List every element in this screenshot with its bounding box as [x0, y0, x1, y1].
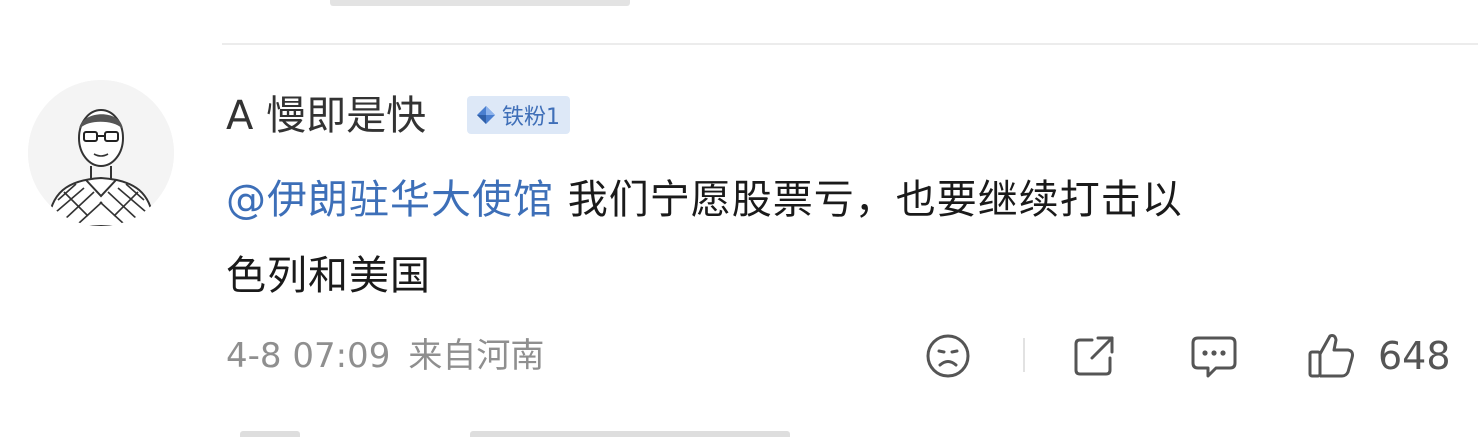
comment-text: @伊朗驻华大使馆 我们宁愿股票亏，也要继续打击以 色列和美国 [226, 162, 1446, 314]
badge-label: 铁粉1 [502, 105, 560, 130]
divider [222, 43, 1478, 45]
thumbs-up-icon [1308, 334, 1354, 378]
dislike-button[interactable] [924, 330, 972, 382]
like-count: 648 [1378, 334, 1451, 378]
username[interactable]: A 慢即是快 [226, 88, 426, 144]
action-separator [1023, 338, 1025, 372]
comment-text-line2: 色列和美国 [226, 253, 431, 299]
fan-badge[interactable]: 铁粉1 [467, 96, 570, 134]
avatar[interactable] [28, 80, 174, 226]
mention-link[interactable]: @伊朗驻华大使馆 [226, 177, 554, 223]
comment-meta: 4-8 07:09 来自河南 [226, 332, 544, 380]
sad-face-icon [926, 334, 970, 378]
next-comment-remnant [470, 431, 790, 437]
previous-comment-remnant [330, 0, 630, 6]
comment-icon [1191, 336, 1237, 378]
next-comment-remnant [240, 431, 300, 437]
reply-button[interactable] [1188, 330, 1240, 382]
comment-text-line1: 我们宁愿股票亏，也要继续打击以 [554, 177, 1183, 223]
share-button[interactable] [1070, 330, 1118, 382]
diamond-icon [477, 106, 495, 124]
timestamp: 4-8 07:09 [226, 336, 391, 376]
avatar-sketch-icon [28, 80, 174, 226]
like-button[interactable]: 648 [1306, 330, 1451, 382]
location: 来自河南 [408, 336, 545, 376]
share-icon [1074, 336, 1114, 376]
